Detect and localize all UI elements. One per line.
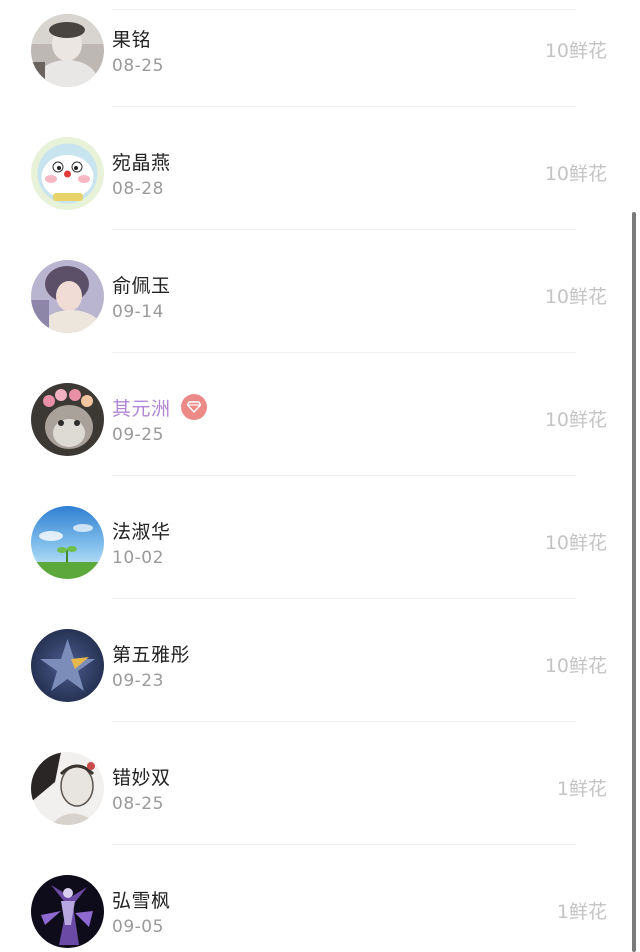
gift-date: 08-25	[112, 56, 164, 76]
user-name[interactable]: 果铭	[112, 25, 151, 52]
scrollbar[interactable]	[632, 212, 636, 952]
gift-amount: 10鲜花	[544, 286, 607, 308]
list-item[interactable]: 法淑华 10-02 10鲜花	[0, 476, 640, 599]
avatar[interactable]	[31, 506, 104, 579]
gift-date: 09-25	[112, 425, 164, 445]
gift-amount: 10鲜花	[544, 409, 607, 431]
avatar[interactable]	[31, 137, 104, 210]
list-item[interactable]: 错妙双 08-25 1鲜花	[0, 722, 640, 845]
gift-date: 10-02	[112, 548, 164, 568]
avatar[interactable]	[31, 260, 104, 333]
gift-amount: 10鲜花	[544, 532, 607, 554]
gift-amount: 10鲜花	[544, 655, 607, 677]
avatar[interactable]	[31, 629, 104, 702]
avatar[interactable]	[31, 875, 104, 948]
list-item[interactable]: 其元洲 09-25 10鲜花	[0, 353, 640, 476]
user-name[interactable]: 弘雪枫	[112, 886, 171, 913]
gift-date: 08-28	[112, 179, 164, 199]
user-name[interactable]: 宛晶燕	[112, 148, 171, 175]
user-name[interactable]: 其元洲	[112, 394, 171, 421]
gift-date: 09-23	[112, 671, 164, 691]
list-item[interactable]: 宛晶燕 08-28 10鲜花	[0, 107, 640, 230]
list-item[interactable]: 果铭 08-25 10鲜花	[0, 0, 640, 107]
diamond-icon	[180, 394, 207, 420]
gift-amount: 1鲜花	[556, 778, 607, 800]
gift-amount: 1鲜花	[556, 901, 607, 923]
gift-amount: 10鲜花	[544, 163, 607, 185]
user-name[interactable]: 法淑华	[112, 517, 171, 544]
gift-list: 果铭 08-25 10鲜花 宛晶燕 08-28 10鲜花 俞佩玉 09-14 1…	[0, 0, 640, 952]
avatar[interactable]	[31, 14, 104, 87]
gift-amount: 10鲜花	[544, 40, 607, 62]
gift-date: 09-05	[112, 917, 164, 937]
avatar[interactable]	[31, 752, 104, 825]
user-name[interactable]: 错妙双	[112, 763, 171, 790]
gift-date: 08-25	[112, 794, 164, 814]
avatar[interactable]	[31, 383, 104, 456]
user-name[interactable]: 第五雅彤	[112, 640, 190, 667]
list-item[interactable]: 弘雪枫 09-05 1鲜花	[0, 845, 640, 952]
gift-date: 09-14	[112, 302, 164, 322]
user-name[interactable]: 俞佩玉	[112, 271, 171, 298]
list-item[interactable]: 第五雅彤 09-23 10鲜花	[0, 599, 640, 722]
list-item[interactable]: 俞佩玉 09-14 10鲜花	[0, 230, 640, 353]
